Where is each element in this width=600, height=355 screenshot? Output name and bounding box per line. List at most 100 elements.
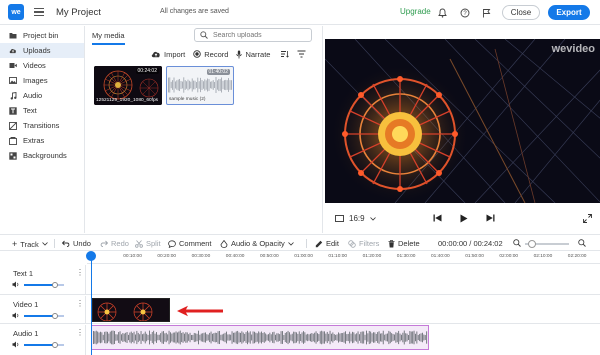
zoom-slider-handle[interactable]	[528, 240, 536, 248]
close-button[interactable]: Close	[502, 5, 540, 20]
save-status: All changes are saved	[160, 8, 229, 15]
media-duration: 00:24:02	[135, 68, 159, 74]
sidebar-item-uploads[interactable]: Uploads	[0, 43, 84, 58]
more-options-icon[interactable]: ⋮	[76, 299, 84, 308]
text-icon	[9, 106, 17, 115]
undo-button[interactable]: Undo	[62, 239, 91, 248]
ruler-tick-label: 01:00:00	[294, 254, 313, 259]
redo-button[interactable]: Redo	[100, 239, 129, 248]
playhead-line	[90, 258, 92, 355]
sidebar-item-label: Backgrounds	[23, 151, 67, 160]
video-clip-thumbnail	[93, 299, 169, 321]
sidebar-item-audio[interactable]: Audio	[0, 88, 84, 103]
sidebar-item-label: Text	[23, 106, 37, 115]
backgrounds-icon	[9, 151, 17, 160]
ferris-wheel-frame	[325, 39, 600, 203]
track-label: Text 1	[13, 269, 34, 278]
volume-slider-handle[interactable]	[52, 281, 58, 288]
track-header: Audio 1 ⋮	[0, 325, 86, 355]
add-track-button[interactable]: + Track	[12, 239, 48, 249]
volume-slider-handle[interactable]	[52, 312, 58, 319]
fullscreen-button[interactable]	[583, 214, 592, 223]
audio-waveform	[93, 330, 428, 345]
import-button[interactable]: Import	[151, 50, 185, 59]
volume-icon[interactable]	[12, 281, 20, 290]
playhead[interactable]	[86, 251, 96, 261]
search-input[interactable]	[213, 31, 308, 39]
screen-icon	[335, 215, 344, 222]
sidebar-item-project-bin[interactable]: Project bin	[0, 28, 84, 43]
video-clip[interactable]	[92, 298, 170, 322]
tab-my-media[interactable]: My media	[92, 31, 125, 45]
volume-icon[interactable]	[12, 312, 20, 321]
sidebar-item-images[interactable]: Images	[0, 73, 84, 88]
wevideo-logo[interactable]: we	[8, 4, 24, 20]
more-options-icon[interactable]: ⋮	[76, 268, 84, 277]
volume-slider[interactable]	[24, 312, 64, 319]
track-header: Text 1 ⋮	[0, 265, 86, 294]
ruler-tick-label: 00:10:00	[123, 254, 142, 259]
bell-icon[interactable]	[437, 7, 448, 18]
sidebar-item-videos[interactable]: Videos	[0, 58, 84, 73]
redo-icon	[100, 240, 108, 247]
sort-list-icon	[281, 51, 290, 58]
audio-clip[interactable]	[91, 325, 429, 350]
ruler-tick-label: 01:50:00	[465, 254, 484, 259]
chevron-down-icon	[369, 216, 376, 221]
media-item-audio[interactable]: 01:40:02 sample music (2)	[166, 66, 234, 105]
media-item-video[interactable]: 00:24:02 12521129_1920_1080_60fps	[94, 66, 162, 105]
ruler-tick-label: 02:10:00	[533, 254, 553, 259]
skip-forward-icon	[486, 214, 495, 222]
sidebar-item-extras[interactable]: Extras	[0, 133, 84, 148]
aspect-ratio-selector[interactable]: 16:9	[335, 214, 376, 223]
media-name: 12521129_1920_1080_60fps	[96, 98, 159, 103]
sidebar-item-text[interactable]: Text	[0, 103, 84, 118]
sidebar-item-label: Videos	[23, 61, 46, 70]
fullscreen-icon	[583, 214, 592, 223]
narrate-button[interactable]: Narrate	[236, 50, 270, 59]
edit-button[interactable]: Edit	[315, 239, 339, 248]
top-bar: we My Project All changes are saved Upgr…	[0, 0, 600, 25]
zoom-in-icon[interactable]	[578, 239, 586, 247]
media-actions: Import Record Narrate	[151, 48, 306, 60]
audio-opacity-button[interactable]: Audio & Opacity	[220, 239, 294, 248]
ruler-tick-label: 01:30:00	[396, 254, 416, 259]
split-button[interactable]: Split	[135, 239, 161, 248]
divider	[54, 239, 55, 248]
zoom-out-icon[interactable]	[513, 239, 521, 247]
watermark: wevideo	[551, 43, 595, 55]
sidebar-item-transitions[interactable]: Transitions	[0, 118, 84, 133]
sidebar-item-backgrounds[interactable]: Backgrounds	[0, 148, 84, 163]
sidebar-item-label: Images	[23, 76, 48, 85]
volume-slider[interactable]	[24, 341, 64, 348]
project-title[interactable]: My Project	[56, 7, 101, 18]
hamburger-menu-icon[interactable]	[34, 8, 44, 16]
sidebar-item-label: Transitions	[23, 121, 60, 130]
music-note-icon	[9, 91, 17, 100]
trash-icon	[388, 239, 395, 247]
search-box[interactable]	[194, 28, 312, 42]
more-options-icon[interactable]: ⋮	[76, 328, 84, 337]
timeline-ruler[interactable]: 0000:10:0000:20:0000:30:0000:40:0000:50:…	[87, 252, 600, 264]
record-icon	[193, 50, 202, 58]
export-button[interactable]: Export	[548, 5, 590, 20]
upgrade-link[interactable]: Upgrade	[400, 7, 431, 16]
filter-button[interactable]	[297, 50, 306, 58]
video-preview[interactable]: wevideo	[325, 39, 600, 203]
flag-icon[interactable]	[481, 7, 492, 18]
ruler-tick-label: 01:20:00	[362, 254, 382, 259]
play-button[interactable]	[460, 214, 468, 223]
help-icon[interactable]: ?	[459, 7, 470, 18]
skip-back-button[interactable]	[433, 214, 442, 222]
ruler-tick-label: 00:40:00	[225, 254, 245, 259]
record-button[interactable]: Record	[193, 50, 228, 59]
upload-cloud-icon	[9, 47, 17, 55]
volume-slider[interactable]	[24, 281, 64, 288]
list-view-button[interactable]	[280, 50, 290, 58]
filters-button[interactable]: Filters	[348, 239, 379, 248]
skip-forward-button[interactable]	[486, 214, 495, 222]
comment-button[interactable]: Comment	[168, 239, 212, 248]
volume-slider-handle[interactable]	[52, 341, 58, 348]
delete-button[interactable]: Delete	[388, 239, 420, 248]
volume-icon[interactable]	[12, 341, 20, 350]
